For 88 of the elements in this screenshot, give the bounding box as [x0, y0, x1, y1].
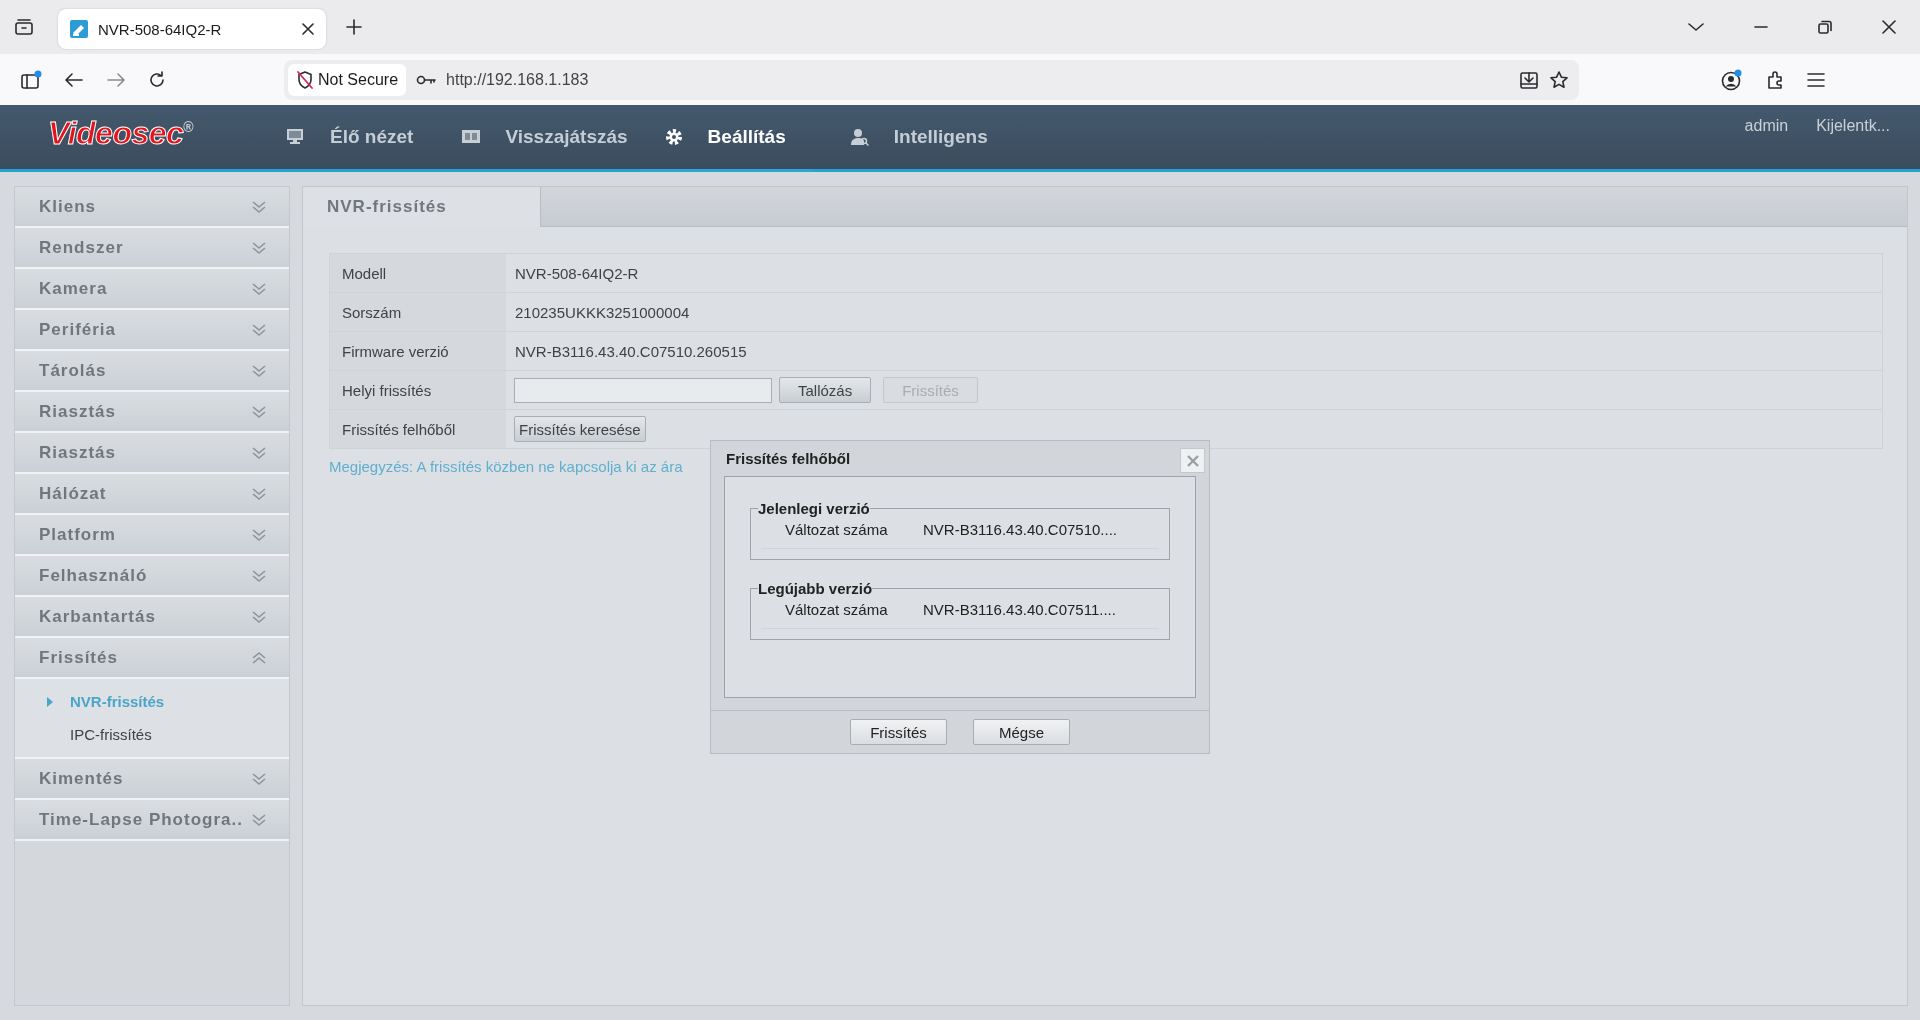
chevron-down-icon: [251, 527, 267, 542]
sidebar-item[interactable]: Frissítés: [15, 638, 289, 679]
sidebar-item[interactable]: Kimentés: [15, 759, 289, 800]
nav-tab[interactable]: Beállítás: [639, 105, 812, 172]
settings-icon: [663, 127, 684, 147]
table-button[interactable]: Frissítés keresése: [514, 416, 646, 442]
field-label: Változat száma: [785, 601, 889, 618]
sidebar-item[interactable]: Periféria: [15, 310, 289, 351]
close-icon[interactable]: [1882, 20, 1896, 34]
puzzle-icon[interactable]: [1765, 69, 1785, 90]
submenu-item[interactable]: IPC-frissítés: [15, 718, 289, 751]
sidebar-item[interactable]: Platform: [15, 515, 289, 556]
chevron-down-icon: [251, 240, 267, 255]
shield-icon: [296, 69, 314, 90]
file-path-field[interactable]: [514, 377, 772, 403]
sidebar-item[interactable]: Tárolás: [15, 351, 289, 392]
field-label: Firmware verzió: [330, 332, 506, 370]
field-label: Frissítés felhőből: [330, 410, 506, 448]
group-title: Legújabb verzió: [758, 580, 873, 597]
chevron-down-icon: [251, 322, 267, 337]
tab-title: NVR-508-64IQ2-R: [98, 20, 223, 38]
dialog-button[interactable]: Mégse: [973, 719, 1070, 745]
nav-tab[interactable]: Visszajátszás: [423, 105, 638, 172]
field-value: NVR-508-64IQ2-R: [514, 264, 639, 282]
sidebar-item[interactable]: Riasztás: [15, 433, 289, 474]
monitor-icon: [286, 127, 306, 147]
close-icon[interactable]: [302, 23, 314, 35]
page-tab[interactable]: NVR-frissítés: [303, 187, 541, 227]
menu-icon[interactable]: [1807, 72, 1825, 87]
group-title: Jelenlegi verzió: [758, 500, 870, 517]
chevron-down-icon[interactable]: [1688, 22, 1704, 32]
sidebar-item[interactable]: Rendszer: [15, 228, 289, 269]
chevron-down-icon: [251, 281, 267, 296]
field-label: Változat száma: [785, 521, 889, 538]
sidebar-icon[interactable]: [20, 69, 42, 90]
field-label: Helyi frissítés: [330, 371, 506, 409]
sidebar-item[interactable]: Karbantartás: [15, 597, 289, 638]
chevron-down-icon: [251, 363, 267, 378]
nav-tab[interactable]: Intelligens: [811, 105, 998, 172]
sidebar-item[interactable]: Felhasználó: [15, 556, 289, 597]
sidebar-item[interactable]: Time-Lapse Photogra..: [15, 800, 289, 841]
tab-list-icon[interactable]: [14, 18, 34, 36]
chevron-down-icon: [251, 404, 267, 419]
sidebar-item[interactable]: Hálózat: [15, 474, 289, 515]
restore-icon[interactable]: [1818, 20, 1832, 34]
sidebar-item[interactable]: Kliens: [15, 187, 289, 228]
url-text: http://192.168.1.183: [446, 70, 589, 89]
dialog-button[interactable]: Frissítés: [850, 719, 947, 745]
download-icon[interactable]: [1519, 69, 1539, 90]
field-value: 210235UKKK3251000004: [514, 303, 690, 321]
chevron-down-icon: [251, 445, 267, 460]
address-bar[interactable]: Not Secure http://192.168.1.183: [284, 59, 1579, 100]
sidebar-item[interactable]: Kamera: [15, 269, 289, 310]
key-icon[interactable]: [416, 73, 437, 86]
chevron-down-icon: [251, 486, 267, 501]
sidebar-item[interactable]: Riasztás: [15, 392, 289, 433]
star-icon[interactable]: [1549, 69, 1569, 90]
browser-tab[interactable]: NVR-508-64IQ2-R: [58, 9, 326, 49]
logo: Videosec$^{®}$: [47, 114, 195, 153]
nav-tab[interactable]: Élő nézet: [248, 105, 424, 172]
field-value: NVR-B3116.43.40.C07511....: [923, 601, 1116, 618]
back-icon[interactable]: [64, 71, 84, 88]
new-tab-icon[interactable]: [346, 19, 362, 35]
field-label: Sorszám: [330, 293, 506, 331]
chevron-down-icon: [251, 771, 267, 786]
logout-link[interactable]: Kijelentk...: [1788, 105, 1890, 169]
submenu-item[interactable]: NVR-frissítés: [15, 685, 289, 718]
chevron-down-icon: [251, 812, 267, 827]
chevron-up-icon: [251, 650, 267, 665]
table-button[interactable]: Tallózás: [779, 377, 872, 403]
chevron-down-icon: [251, 199, 267, 214]
note-text: Megjegyzés: A frissítés közben ne kapcsolja ki az ára: [329, 458, 683, 475]
field-label: Modell: [330, 254, 506, 292]
user-search-icon: [849, 127, 870, 147]
camera-icon: [70, 20, 88, 38]
chevron-down-icon: [251, 609, 267, 624]
dialog-title: Frissítés felhőből: [726, 450, 851, 467]
account-icon[interactable]: [1721, 68, 1743, 91]
field-value: NVR-B3116.43.40.C07510....: [923, 521, 1117, 538]
chevron-down-icon: [251, 568, 267, 583]
close-icon: [1186, 454, 1199, 467]
forward-icon[interactable]: [106, 71, 126, 88]
security-badge[interactable]: Not Secure: [288, 63, 407, 96]
field-value: NVR-B3116.43.40.C07510.260515: [514, 342, 747, 360]
minimize-icon[interactable]: [1754, 25, 1768, 29]
reload-icon[interactable]: [148, 70, 166, 89]
triangle-icon: [47, 696, 53, 707]
username-link[interactable]: admin: [1716, 105, 1789, 169]
